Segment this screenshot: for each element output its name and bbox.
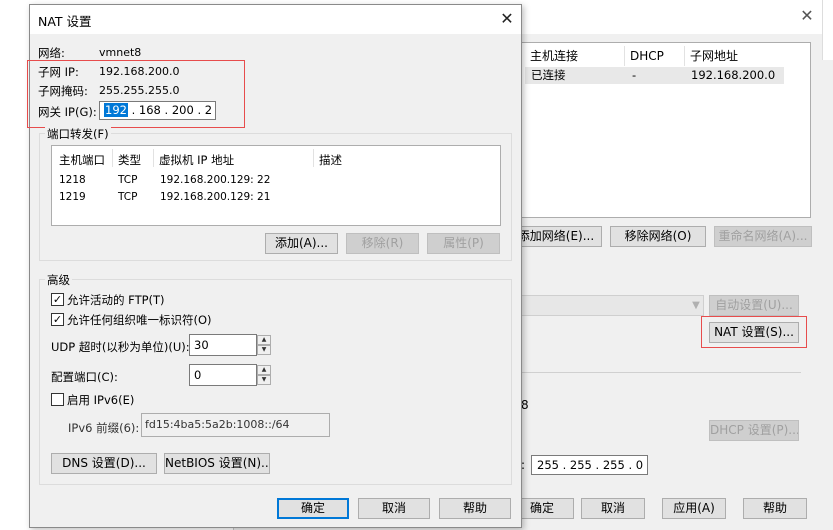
col-subnet-address[interactable]: 子网地址: [690, 46, 738, 66]
config-port-input[interactable]: 0: [189, 364, 257, 386]
allow-any-oui-checkbox[interactable]: ✓: [51, 313, 64, 326]
dhcp-settings-button[interactable]: DHCP 设置(P)...: [709, 420, 799, 441]
row-vm-ip: 192.168.200.129: 22: [160, 174, 271, 186]
rename-network-button[interactable]: 重命名网络(A)...: [714, 226, 812, 247]
port-properties-button[interactable]: 属性(P): [427, 233, 500, 254]
auto-settings-button[interactable]: 自动设置(U)...: [709, 295, 799, 316]
spin-up-icon[interactable]: ▲: [257, 335, 271, 345]
enable-ipv6-checkbox[interactable]: [51, 393, 64, 406]
window-edge: [822, 0, 833, 60]
spin-down-icon[interactable]: ▼: [257, 345, 271, 355]
cell-dhcp: -: [632, 68, 637, 82]
advanced-title: 高级: [45, 272, 72, 288]
udp-timeout-label: UDP 超时(以秒为单位)(U):: [51, 340, 190, 354]
column-separator: [313, 149, 314, 167]
col-vm-ip[interactable]: 虚拟机 IP 地址: [159, 152, 234, 168]
column-separator: [684, 46, 685, 66]
network-label: 网络:: [38, 46, 65, 60]
col-dhcp[interactable]: DHCP: [630, 46, 664, 66]
bridge-target-select[interactable]: [521, 295, 704, 316]
row-host-port[interactable]: 1218: [59, 174, 86, 186]
config-port-label: 配置端口(C):: [51, 370, 118, 384]
spin-down-icon[interactable]: ▼: [257, 375, 271, 385]
add-port-button[interactable]: 添加(A)...: [265, 233, 338, 254]
cell-host-connection: 已连接: [531, 68, 566, 82]
ipv6-prefix-label: IPv6 前缀(6):: [68, 421, 140, 435]
allow-active-ftp-checkbox[interactable]: ✓: [51, 293, 64, 306]
col-host-port[interactable]: 主机端口: [59, 152, 105, 168]
chevron-down-icon[interactable]: ▼: [688, 295, 704, 316]
remove-port-button[interactable]: 移除(R): [346, 233, 419, 254]
close-icon[interactable]: ✕: [496, 8, 518, 30]
udp-timeout-input[interactable]: 30: [189, 334, 257, 356]
column-separator: [153, 149, 154, 167]
row-vm-ip: 192.168.200.129: 21: [160, 191, 271, 203]
enable-ipv6-label[interactable]: 启用 IPv6(E): [67, 392, 134, 408]
divider: [521, 372, 801, 373]
highlight-box-nat-button: [701, 316, 807, 348]
partial-text: 8: [521, 398, 529, 412]
add-network-button[interactable]: 添加网络(E)...: [510, 226, 602, 247]
port-forwarding-title: 端口转发(F): [45, 126, 111, 142]
dns-settings-button[interactable]: DNS 设置(D)...: [51, 453, 157, 474]
dialog-title: NAT 设置: [38, 14, 92, 29]
highlight-box-network-info: [27, 60, 245, 128]
network-value: vmnet8: [99, 46, 142, 59]
help-button[interactable]: 帮助: [439, 498, 511, 519]
column-separator: [112, 149, 113, 167]
ipv6-prefix-input[interactable]: fd15:4ba5:5a2b:1008::/64: [141, 413, 330, 437]
remove-network-button[interactable]: 移除网络(O): [610, 226, 706, 247]
cancel-button[interactable]: 取消: [358, 498, 430, 519]
col-description[interactable]: 描述: [319, 152, 342, 168]
row-type: TCP: [118, 191, 138, 203]
bg-cancel-button[interactable]: 取消: [581, 498, 645, 519]
column-separator: [624, 46, 625, 66]
col-type[interactable]: 类型: [118, 152, 141, 168]
background-close-icon[interactable]: ✕: [797, 6, 817, 26]
allow-any-oui-label[interactable]: 允许任何组织唯一标识符(O): [67, 312, 212, 328]
netbios-settings-button[interactable]: NetBIOS 设置(N)...: [164, 453, 270, 474]
bg-help-button[interactable]: 帮助: [743, 498, 807, 519]
spin-up-icon[interactable]: ▲: [257, 365, 271, 375]
cell-subnet-address: 192.168.200.0: [691, 68, 776, 82]
allow-active-ftp-label[interactable]: 允许活动的 FTP(T): [67, 292, 165, 308]
ok-button[interactable]: 确定: [277, 498, 349, 519]
col-host-connection[interactable]: 主机连接: [530, 46, 578, 66]
subnet-mask-input[interactable]: 255 . 255 . 255 . 0: [531, 455, 648, 475]
row-host-port[interactable]: 1219: [59, 191, 86, 203]
bg-apply-button[interactable]: 应用(A): [662, 498, 726, 519]
row-type: TCP: [118, 174, 138, 186]
dialog-titlebar: [30, 5, 521, 34]
